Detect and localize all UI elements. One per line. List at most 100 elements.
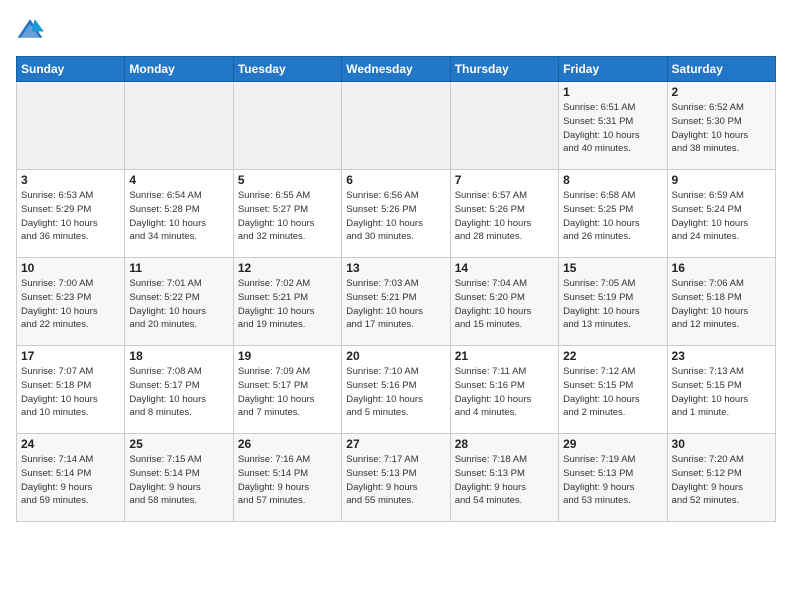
calendar-cell: [233, 82, 341, 170]
calendar-cell: 14 Sunrise: 7:04 AM Sunset: 5:20 PM Dayli…: [450, 258, 558, 346]
calendar-week: 24 Sunrise: 7:14 AM Sunset: 5:14 PM Dayli…: [17, 434, 776, 522]
day-info: Sunrise: 6:52 AM Sunset: 5:30 PM Dayligh…: [672, 101, 771, 156]
calendar-cell: 16 Sunrise: 7:06 AM Sunset: 5:18 PM Dayli…: [667, 258, 775, 346]
weekday-row: SundayMondayTuesdayWednesdayThursdayFrid…: [17, 57, 776, 82]
day-number: 2: [672, 85, 771, 99]
calendar-cell: 6 Sunrise: 6:56 AM Sunset: 5:26 PM Daylig…: [342, 170, 450, 258]
day-info: Sunrise: 6:55 AM Sunset: 5:27 PM Dayligh…: [238, 189, 337, 244]
day-number: 24: [21, 437, 120, 451]
day-info: Sunrise: 7:14 AM Sunset: 5:14 PM Dayligh…: [21, 453, 120, 508]
day-number: 4: [129, 173, 228, 187]
day-info: Sunrise: 6:56 AM Sunset: 5:26 PM Dayligh…: [346, 189, 445, 244]
day-info: Sunrise: 6:58 AM Sunset: 5:25 PM Dayligh…: [563, 189, 662, 244]
day-number: 9: [672, 173, 771, 187]
logo: [16, 16, 48, 44]
calendar-body: 1 Sunrise: 6:51 AM Sunset: 5:31 PM Daylig…: [17, 82, 776, 522]
day-info: Sunrise: 7:15 AM Sunset: 5:14 PM Dayligh…: [129, 453, 228, 508]
day-info: Sunrise: 7:08 AM Sunset: 5:17 PM Dayligh…: [129, 365, 228, 420]
day-number: 12: [238, 261, 337, 275]
header: [16, 16, 776, 44]
day-info: Sunrise: 7:07 AM Sunset: 5:18 PM Dayligh…: [21, 365, 120, 420]
day-info: Sunrise: 6:59 AM Sunset: 5:24 PM Dayligh…: [672, 189, 771, 244]
calendar-cell: 28Sunrise: 7:18 AM Sunset: 5:13 PM Dayli…: [450, 434, 558, 522]
day-info: Sunrise: 6:51 AM Sunset: 5:31 PM Dayligh…: [563, 101, 662, 156]
weekday-header: Wednesday: [342, 57, 450, 82]
day-number: 19: [238, 349, 337, 363]
weekday-header: Sunday: [17, 57, 125, 82]
calendar-cell: 20 Sunrise: 7:10 AM Sunset: 5:16 PM Dayli…: [342, 346, 450, 434]
calendar-cell: [342, 82, 450, 170]
calendar-cell: 25Sunrise: 7:15 AM Sunset: 5:14 PM Dayli…: [125, 434, 233, 522]
day-info: Sunrise: 7:18 AM Sunset: 5:13 PM Dayligh…: [455, 453, 554, 508]
day-number: 23: [672, 349, 771, 363]
logo-icon: [16, 16, 44, 44]
calendar-cell: 4 Sunrise: 6:54 AM Sunset: 5:28 PM Daylig…: [125, 170, 233, 258]
weekday-header: Thursday: [450, 57, 558, 82]
calendar-cell: 13 Sunrise: 7:03 AM Sunset: 5:21 PM Dayli…: [342, 258, 450, 346]
calendar-cell: 27 Sunrise: 7:17 AM Sunset: 5:13 PM Dayli…: [342, 434, 450, 522]
weekday-header: Saturday: [667, 57, 775, 82]
day-number: 6: [346, 173, 445, 187]
day-info: Sunrise: 7:05 AM Sunset: 5:19 PM Dayligh…: [563, 277, 662, 332]
day-info: Sunrise: 6:54 AM Sunset: 5:28 PM Dayligh…: [129, 189, 228, 244]
calendar-cell: [450, 82, 558, 170]
day-info: Sunrise: 6:53 AM Sunset: 5:29 PM Dayligh…: [21, 189, 120, 244]
calendar-cell: 9 Sunrise: 6:59 AM Sunset: 5:24 PM Daylig…: [667, 170, 775, 258]
day-info: Sunrise: 7:12 AM Sunset: 5:15 PM Dayligh…: [563, 365, 662, 420]
day-info: Sunrise: 7:00 AM Sunset: 5:23 PM Dayligh…: [21, 277, 120, 332]
calendar-week: 10 Sunrise: 7:00 AM Sunset: 5:23 PM Dayli…: [17, 258, 776, 346]
calendar-cell: 15 Sunrise: 7:05 AM Sunset: 5:19 PM Dayli…: [559, 258, 667, 346]
calendar-cell: 18 Sunrise: 7:08 AM Sunset: 5:17 PM Dayli…: [125, 346, 233, 434]
day-info: Sunrise: 7:17 AM Sunset: 5:13 PM Dayligh…: [346, 453, 445, 508]
day-info: Sunrise: 7:09 AM Sunset: 5:17 PM Dayligh…: [238, 365, 337, 420]
day-info: Sunrise: 7:04 AM Sunset: 5:20 PM Dayligh…: [455, 277, 554, 332]
calendar-cell: 5Sunrise: 6:55 AM Sunset: 5:27 PM Daylig…: [233, 170, 341, 258]
calendar-cell: 22Sunrise: 7:12 AM Sunset: 5:15 PM Dayli…: [559, 346, 667, 434]
day-number: 8: [563, 173, 662, 187]
calendar-cell: 11 Sunrise: 7:01 AM Sunset: 5:22 PM Dayli…: [125, 258, 233, 346]
day-number: 7: [455, 173, 554, 187]
calendar-cell: [125, 82, 233, 170]
day-info: Sunrise: 7:16 AM Sunset: 5:14 PM Dayligh…: [238, 453, 337, 508]
day-number: 29: [563, 437, 662, 451]
day-number: 26: [238, 437, 337, 451]
weekday-header: Tuesday: [233, 57, 341, 82]
day-number: 1: [563, 85, 662, 99]
day-number: 11: [129, 261, 228, 275]
calendar-cell: 29 Sunrise: 7:19 AM Sunset: 5:13 PM Dayli…: [559, 434, 667, 522]
day-info: Sunrise: 6:57 AM Sunset: 5:26 PM Dayligh…: [455, 189, 554, 244]
day-number: 20: [346, 349, 445, 363]
calendar-cell: 12 Sunrise: 7:02 AM Sunset: 5:21 PM Dayli…: [233, 258, 341, 346]
calendar-cell: 17Sunrise: 7:07 AM Sunset: 5:18 PM Dayli…: [17, 346, 125, 434]
calendar-cell: 19 Sunrise: 7:09 AM Sunset: 5:17 PM Dayli…: [233, 346, 341, 434]
day-info: Sunrise: 7:20 AM Sunset: 5:12 PM Dayligh…: [672, 453, 771, 508]
calendar-cell: 2 Sunrise: 6:52 AM Sunset: 5:30 PM Daylig…: [667, 82, 775, 170]
day-number: 27: [346, 437, 445, 451]
calendar-cell: 3Sunrise: 6:53 AM Sunset: 5:29 PM Daylig…: [17, 170, 125, 258]
day-info: Sunrise: 7:03 AM Sunset: 5:21 PM Dayligh…: [346, 277, 445, 332]
day-number: 16: [672, 261, 771, 275]
day-info: Sunrise: 7:11 AM Sunset: 5:16 PM Dayligh…: [455, 365, 554, 420]
calendar-week: 1 Sunrise: 6:51 AM Sunset: 5:31 PM Daylig…: [17, 82, 776, 170]
calendar-cell: 21 Sunrise: 7:11 AM Sunset: 5:16 PM Dayli…: [450, 346, 558, 434]
weekday-header: Friday: [559, 57, 667, 82]
calendar-cell: [17, 82, 125, 170]
calendar-week: 3Sunrise: 6:53 AM Sunset: 5:29 PM Daylig…: [17, 170, 776, 258]
day-number: 30: [672, 437, 771, 451]
calendar-cell: 8 Sunrise: 6:58 AM Sunset: 5:25 PM Daylig…: [559, 170, 667, 258]
day-number: 15: [563, 261, 662, 275]
day-info: Sunrise: 7:02 AM Sunset: 5:21 PM Dayligh…: [238, 277, 337, 332]
day-info: Sunrise: 7:01 AM Sunset: 5:22 PM Dayligh…: [129, 277, 228, 332]
day-info: Sunrise: 7:10 AM Sunset: 5:16 PM Dayligh…: [346, 365, 445, 420]
day-number: 21: [455, 349, 554, 363]
calendar-cell: 24 Sunrise: 7:14 AM Sunset: 5:14 PM Dayli…: [17, 434, 125, 522]
weekday-header: Monday: [125, 57, 233, 82]
day-info: Sunrise: 7:06 AM Sunset: 5:18 PM Dayligh…: [672, 277, 771, 332]
day-number: 13: [346, 261, 445, 275]
day-number: 18: [129, 349, 228, 363]
day-info: Sunrise: 7:19 AM Sunset: 5:13 PM Dayligh…: [563, 453, 662, 508]
day-number: 14: [455, 261, 554, 275]
calendar-week: 17Sunrise: 7:07 AM Sunset: 5:18 PM Dayli…: [17, 346, 776, 434]
calendar-cell: 10 Sunrise: 7:00 AM Sunset: 5:23 PM Dayli…: [17, 258, 125, 346]
day-number: 10: [21, 261, 120, 275]
